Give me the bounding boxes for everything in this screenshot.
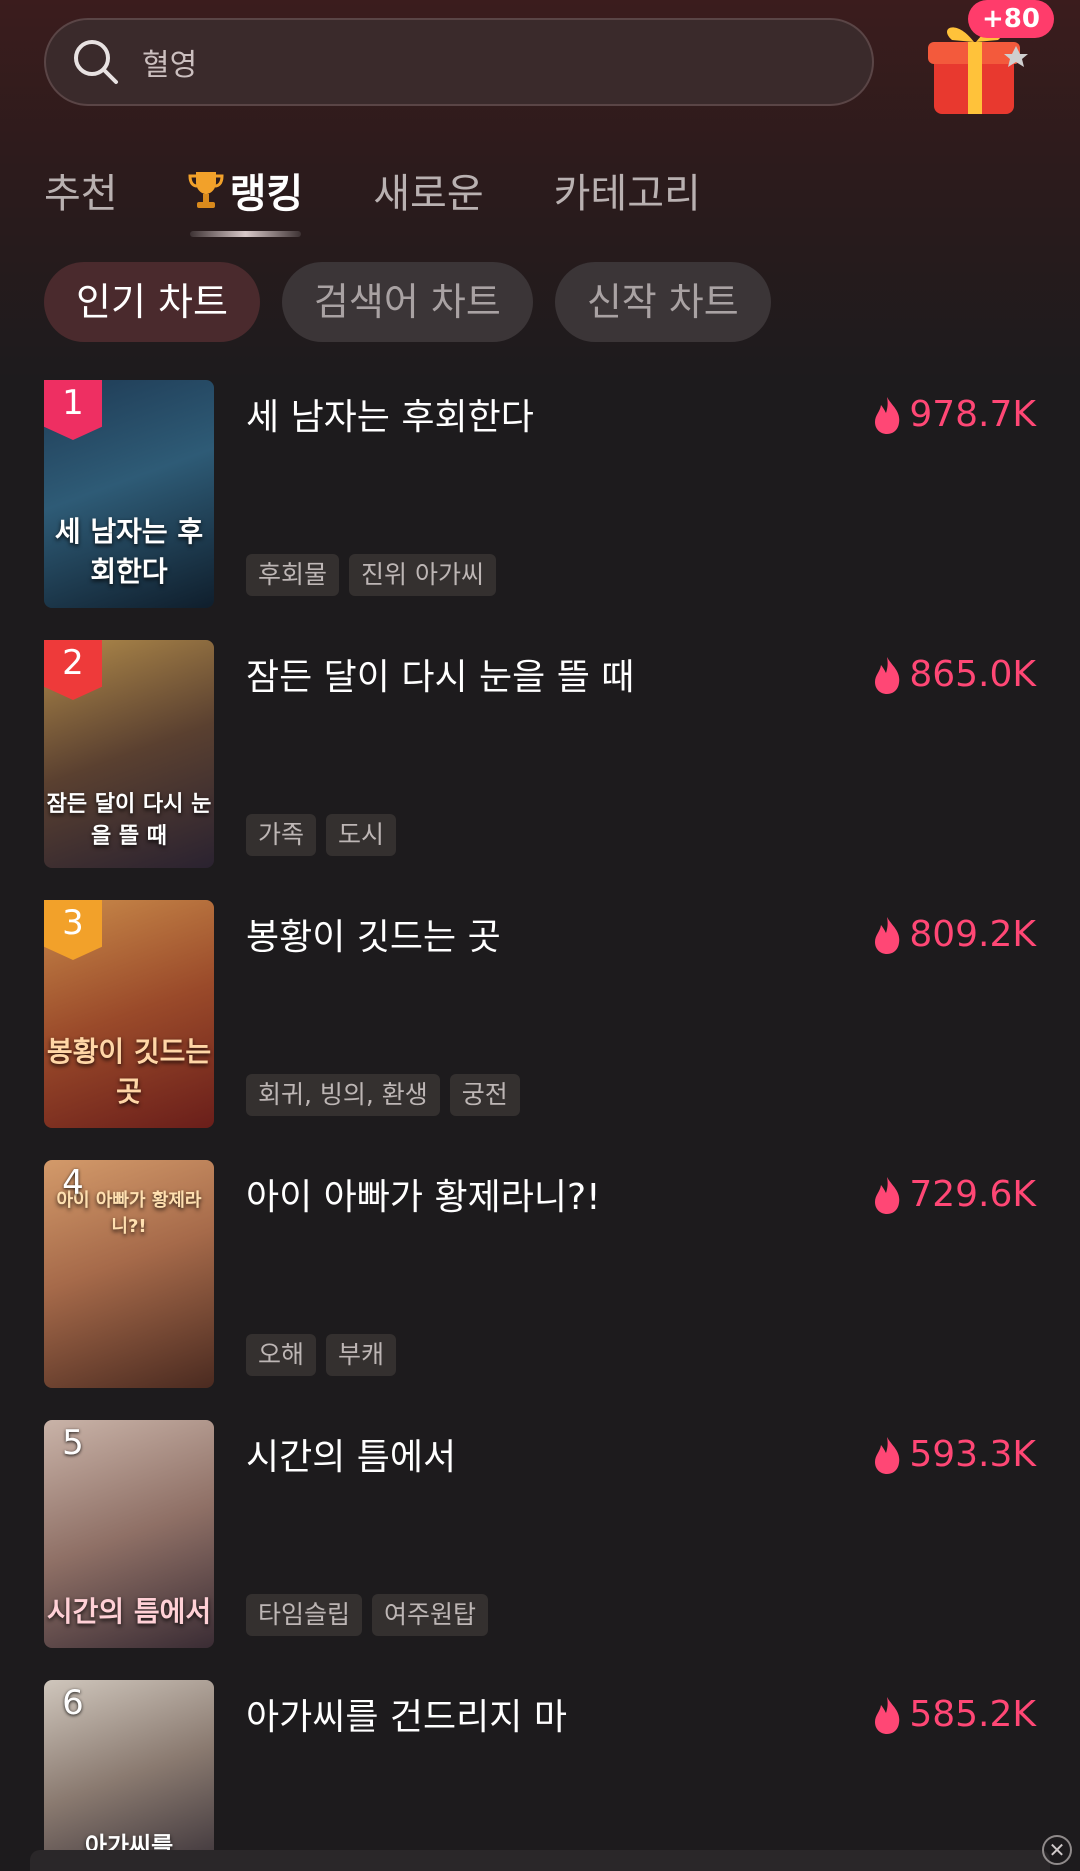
view-count: 729.6K xyxy=(871,1174,1036,1215)
drama-title[interactable]: 잠든 달이 다시 눈을 뜰 때 xyxy=(246,648,634,700)
view-count: 809.2K xyxy=(871,914,1036,955)
chip-search-chart[interactable]: 검색어 차트 xyxy=(281,262,533,342)
flame-icon xyxy=(875,656,900,694)
drama-title[interactable]: 봉황이 깃드는 곳 xyxy=(246,908,501,960)
flame-icon xyxy=(875,1436,900,1474)
tab-recommend[interactable]: 추천 xyxy=(44,161,118,219)
chip-popular-chart[interactable]: 인기 차트 xyxy=(44,262,260,342)
search-placeholder: 혈영 xyxy=(142,48,198,83)
rank-badge: 6 xyxy=(62,1683,84,1723)
mini-player-bar[interactable] xyxy=(30,1850,1050,1871)
list-item[interactable]: 아가씨를 6 아가씨를 건드리지 마 585.2K xyxy=(0,1680,1080,1871)
tag-list: 오해 부캐 xyxy=(246,1334,406,1376)
flame-icon xyxy=(875,396,900,434)
flame-icon xyxy=(875,1176,900,1214)
rank-badge: 5 xyxy=(62,1423,84,1463)
flame-icon xyxy=(875,1696,900,1734)
tag[interactable]: 궁전 xyxy=(449,1074,520,1116)
tab-ranking[interactable]: 랭킹 xyxy=(188,161,303,237)
tag[interactable]: 여주원탑 xyxy=(372,1594,489,1636)
chip-new-chart[interactable]: 신작 차트 xyxy=(554,262,771,342)
view-count: 585.2K xyxy=(871,1694,1036,1735)
list-item[interactable]: 시간의 틈에서 5 시간의 틈에서 593.3K 타임슬립 여주원탑 xyxy=(0,1420,1080,1648)
drama-title[interactable]: 아가씨를 건드리지 마 xyxy=(246,1688,567,1740)
drama-title[interactable]: 시간의 틈에서 xyxy=(246,1428,456,1480)
tag[interactable]: 가족 xyxy=(246,814,317,856)
drama-title[interactable]: 세 남자는 후회한다 xyxy=(246,388,534,440)
tab-category[interactable]: 카테고리 xyxy=(554,161,701,219)
active-tab-indicator xyxy=(189,231,302,237)
tag[interactable]: 오해 xyxy=(246,1334,317,1376)
tag-list: 후회물 진위 아가씨 xyxy=(246,554,506,596)
flame-icon xyxy=(875,916,900,954)
tag-list: 타임슬립 여주원탑 xyxy=(246,1594,498,1636)
list-item[interactable]: 봉황이 깃드는 곳 3 봉황이 깃드는 곳 809.2K 회귀, 빙의, 환생 … xyxy=(0,900,1080,1128)
tag[interactable]: 도시 xyxy=(326,814,397,856)
search-bar[interactable]: 혈영 xyxy=(44,18,874,106)
view-count: 978.7K xyxy=(871,394,1036,435)
rank-badge: 4 xyxy=(62,1163,84,1203)
tag[interactable]: 부캐 xyxy=(326,1334,397,1376)
list-item[interactable]: 잠든 달이 다시 눈을 뜰 때 2 잠든 달이 다시 눈을 뜰 때 865.0K… xyxy=(0,640,1080,868)
tag[interactable]: 타임슬립 xyxy=(246,1594,363,1636)
view-count: 865.0K xyxy=(871,654,1036,695)
list-item[interactable]: 아이 아빠가 황제라니?! 4 아이 아빠가 황제라니?! 729.6K 오해 … xyxy=(0,1160,1080,1388)
search-icon xyxy=(74,40,118,84)
chart-filter-chips: 인기 차트 검색어 차트 신작 차트 xyxy=(44,262,793,342)
top-tabs: 추천 랭킹 새로운 카테고리 xyxy=(44,160,771,237)
tag[interactable]: 진위 아가씨 xyxy=(349,554,496,596)
tab-new[interactable]: 새로운 xyxy=(373,161,483,219)
tag[interactable]: 회귀, 빙의, 환생 xyxy=(246,1074,440,1116)
tag-list: 가족 도시 xyxy=(246,814,406,856)
trophy-icon xyxy=(188,172,224,208)
tag[interactable]: 후회물 xyxy=(246,554,340,596)
close-icon[interactable]: ✕ xyxy=(1042,1835,1072,1865)
view-count: 593.3K xyxy=(871,1434,1036,1475)
list-item[interactable]: 세 남자는 후회한다 1 세 남자는 후회한다 978.7K 후회물 진위 아가… xyxy=(0,380,1080,608)
reward-badge: +80 xyxy=(968,0,1054,38)
tag-list: 회귀, 빙의, 환생 궁전 xyxy=(246,1074,530,1116)
drama-title[interactable]: 아이 아빠가 황제라니?! xyxy=(246,1168,601,1220)
